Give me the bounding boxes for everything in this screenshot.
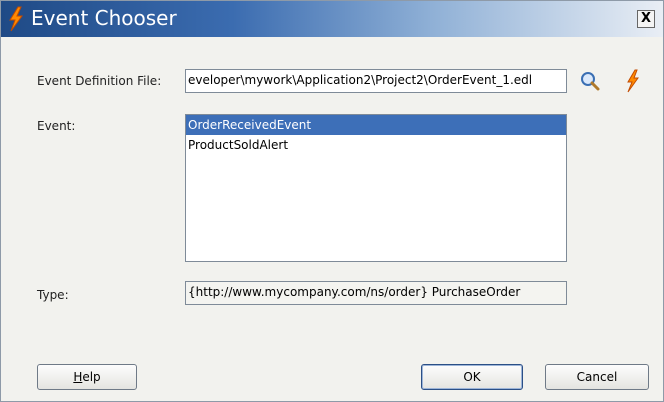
cancel-label: Cancel [576, 370, 618, 384]
lightning-bolt-icon[interactable] [625, 69, 641, 93]
dialog-title: Event Chooser [31, 6, 177, 30]
help-button[interactable]: Help [37, 364, 137, 390]
event-list[interactable]: OrderReceivedEvent ProductSoldAlert [185, 114, 567, 262]
ok-button[interactable]: OK [421, 364, 523, 390]
help-mnemonic: H [73, 370, 83, 384]
close-icon: X [640, 11, 652, 26]
cancel-button[interactable]: Cancel [545, 364, 649, 390]
event-chooser-dialog: Event Chooser X Event Definition File: e… [0, 0, 664, 402]
title-bar[interactable]: Event Chooser X [1, 1, 663, 37]
ok-label: OK [463, 370, 481, 384]
type-value: {http://www.mycompany.com/ns/order} Purc… [188, 285, 521, 299]
type-label: Type: [37, 288, 69, 302]
list-item[interactable]: OrderReceivedEvent [186, 115, 566, 135]
event-definition-value: eveloper\mywork\Application2\Project2\Or… [188, 73, 533, 87]
event-definition-field[interactable]: eveloper\mywork\Application2\Project2\Or… [185, 69, 567, 93]
list-item[interactable]: ProductSoldAlert [186, 135, 566, 155]
magnifier-icon[interactable] [579, 70, 601, 92]
help-label: elp [82, 370, 101, 384]
event-label: Event: [37, 119, 76, 133]
close-button[interactable]: X [637, 10, 655, 28]
type-field: {http://www.mycompany.com/ns/order} Purc… [185, 281, 567, 305]
event-definition-label: Event Definition File: [37, 74, 162, 88]
lightning-bolt-icon [9, 6, 23, 32]
